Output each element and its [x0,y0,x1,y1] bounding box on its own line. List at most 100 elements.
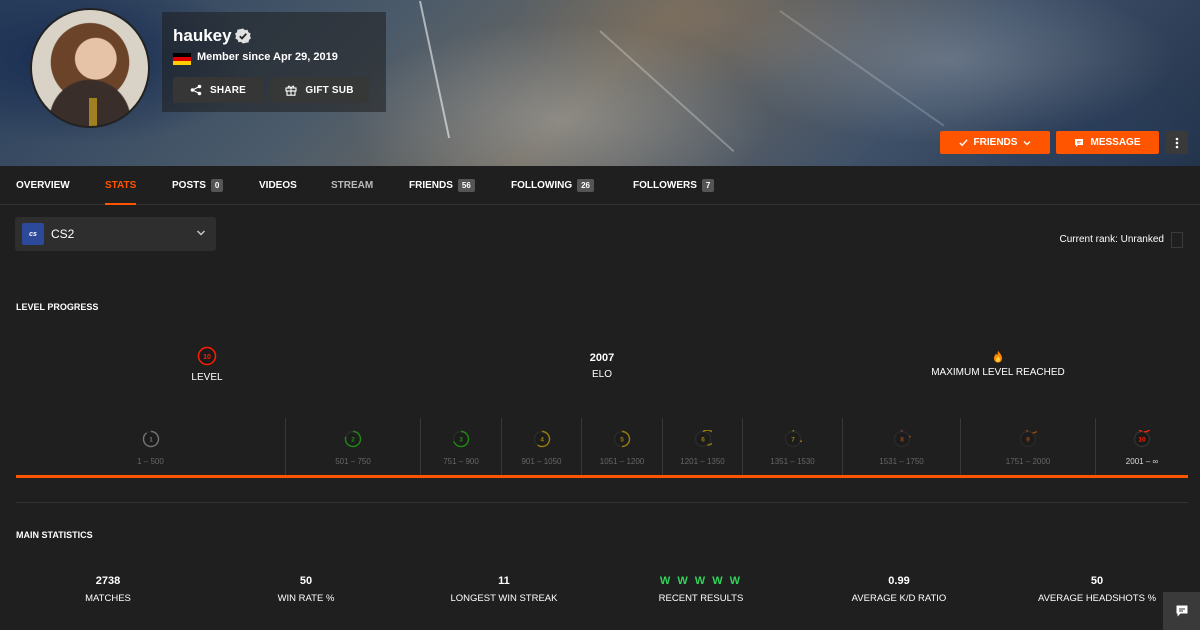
tab-stats[interactable]: STATS [105,166,137,205]
share-label: SHARE [209,84,246,96]
cs2-logo-icon: cs [22,223,44,245]
tab-count-badge: 7 [701,179,715,192]
gift-icon [285,85,297,96]
stat-recent-results: W W W W W RECENT RESULTS [606,575,796,604]
elo-value: 2007 [589,352,615,364]
tab-following[interactable]: FOLLOWING 26 [511,166,595,205]
stat-value: 11 [498,575,510,587]
stat-longest-win-streak: 11 LONGEST WIN STREAK [409,575,599,604]
level-number: 3 [459,437,463,444]
tab-posts[interactable]: POSTS 0 [172,166,224,205]
stat-value: 50 [299,575,313,587]
level-number: 2 [351,437,355,444]
level-progress-bar [16,475,1188,478]
level-range-label: 1201 – 1350 [680,457,725,466]
tab-count-badge: 56 [457,179,475,192]
share-button[interactable]: SHARE [173,77,263,103]
level-range-8: 8 1531 – 1750 [843,418,961,475]
recent-results-value: W W W W W [659,575,743,587]
level-label: LEVEL [191,372,223,383]
gift-sub-label: GIFT SUB [305,84,354,96]
level-range-label: 1351 – 1530 [770,457,815,466]
tab-stream[interactable]: STREAM [331,166,373,205]
level-range-5: 5 1051 – 1200 [582,418,663,475]
stat-win-rate: 50 WIN RATE % [211,575,401,604]
level-range-label: 751 – 900 [443,457,479,466]
level-range-label: 1751 – 2000 [1005,457,1051,466]
level-2-icon: 2 [344,430,362,448]
level-range-9: 9 1751 – 2000 [961,418,1096,475]
level-8-icon: 8 [893,430,911,448]
level-range-7: 7 1351 – 1530 [743,418,843,475]
stat-matches: 2738 MATCHES [13,575,203,604]
level-10-icon: 10 [1133,430,1151,448]
avatar [30,8,150,128]
level-range-label: 1 – 500 [137,457,164,466]
more-options-button[interactable] [1166,131,1188,154]
level-number: 4 [540,437,544,444]
level-1-icon: 1 [142,430,159,448]
section-divider [16,502,1188,503]
tab-label: FRIENDS [409,180,453,191]
profile-tabs: OVERVIEW STATS POSTS 0 VIDEOS STREAM FRIE… [0,166,1200,205]
germany-flag-icon [173,53,191,65]
max-level-label: MAXIMUM LEVEL REACHED [931,367,1065,378]
stat-value: 50 [1090,575,1104,587]
tab-followers[interactable]: FOLLOWERS 7 [633,166,715,205]
level-number: 1 [149,437,153,444]
level-range-3: 3 751 – 900 [421,418,502,475]
level-6-icon: 6 [694,430,712,448]
tab-friends[interactable]: FRIENDS 56 [409,166,475,205]
level-number: 8 [900,437,904,444]
level-9-icon: 9 [1019,430,1037,448]
level-range-4: 4 901 – 1050 [502,418,582,475]
more-vertical-icon [1175,137,1179,148]
friends-button-label: FRIENDS [973,137,1018,148]
level-number: 5 [620,437,624,444]
level-3-icon: 3 [452,430,470,448]
level-number: 9 [1026,437,1030,444]
stat-kd-ratio: 0.99 AVERAGE K/D RATIO [804,575,994,604]
level-5-icon: 5 [613,430,631,448]
elo-summary: 2007 ELO [562,352,642,380]
level-number: 6 [701,437,705,444]
tab-label: VIDEOS [259,180,297,191]
username: haukey [173,26,232,45]
level-range-label: 901 – 1050 [521,457,562,466]
tab-label: FOLLOWERS [633,180,697,191]
stat-value: 0.99 [888,575,910,587]
tab-label: OVERVIEW [16,180,70,191]
tab-videos[interactable]: VIDEOS [259,166,297,205]
check-icon [958,139,968,147]
profile-card: haukey Member since Apr 29, 2019 SHARE G… [162,12,386,112]
current-rank: Current rank: Unranked [1059,234,1165,245]
chevron-down-icon [1023,140,1031,145]
message-button[interactable]: MESSAGE [1056,131,1159,154]
level-range-1: 1 1 – 500 [16,418,286,475]
level-range-label: 2001 – ∞ [1125,457,1159,466]
level-range-6: 6 1201 – 1350 [663,418,743,475]
game-select[interactable]: cs CS2 [15,217,216,251]
tab-count-badge: 0 [210,179,224,192]
tab-label: FOLLOWING [511,180,573,191]
elo-label: ELO [591,369,612,380]
stat-value: 2738 [95,575,121,587]
chat-button[interactable] [1163,592,1200,630]
tab-label: STATS [105,180,137,191]
stat-label: WIN RATE % [277,593,335,604]
message-button-label: MESSAGE [1090,137,1141,148]
tab-label: STREAM [331,180,374,191]
member-since: Member since Apr 29, 2019 [197,51,338,63]
level-range-label: 501 – 750 [335,457,371,466]
banner-streak [599,30,735,153]
gift-sub-button[interactable]: GIFT SUB [270,77,369,103]
tab-count-badge: 26 [577,179,595,192]
level-number: 7 [791,437,795,444]
level-progress-title: LEVEL PROGRESS [16,302,99,312]
max-level-summary: MAXIMUM LEVEL REACHED [898,350,1098,378]
fire-icon [994,350,1002,363]
friends-button[interactable]: FRIENDS [940,131,1050,154]
tab-overview[interactable]: OVERVIEW [16,166,70,205]
level-range-10: 10 2001 – ∞ [1096,418,1188,475]
rank-icon [1171,232,1183,248]
